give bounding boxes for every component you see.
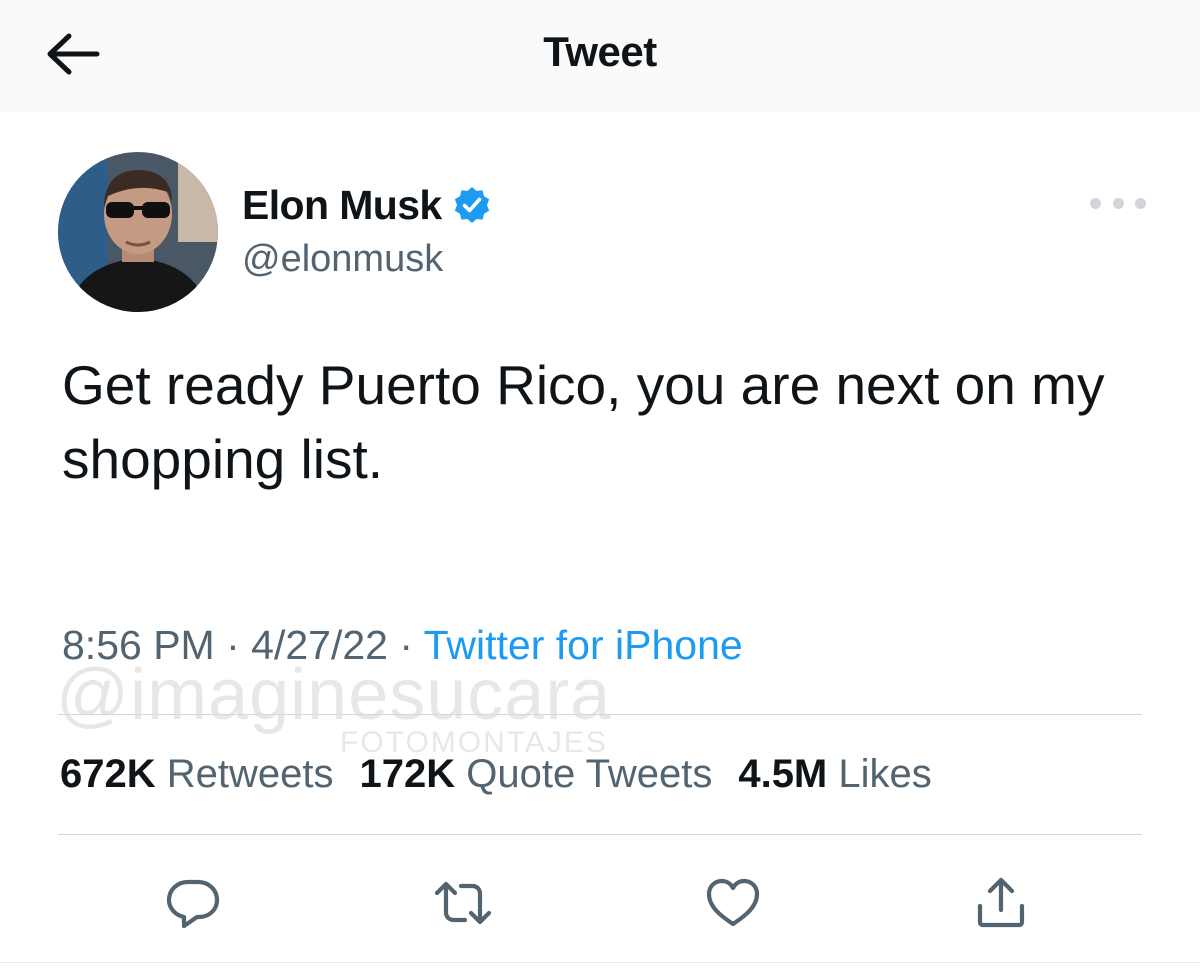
author-name[interactable]: Elon Musk: [242, 182, 442, 229]
share-icon: [977, 877, 1025, 928]
like-icon: [706, 878, 760, 927]
watermark: @imaginesucara: [56, 655, 612, 735]
page-title: Tweet: [543, 28, 657, 75]
engagement-stats: 672K Retweets 172K Quote Tweets 4.5M Lik…: [60, 752, 932, 797]
verified-badge-icon: [454, 187, 489, 223]
quotes-count: 172K: [359, 752, 456, 796]
retweets-stat[interactable]: 672K Retweets: [60, 752, 334, 797]
retweet-button[interactable]: [428, 868, 498, 938]
top-bar: Tweet: [0, 0, 1200, 112]
reply-button[interactable]: [158, 868, 228, 938]
reply-icon: [166, 879, 220, 929]
divider: [58, 834, 1142, 835]
likes-stat[interactable]: 4.5M Likes: [738, 752, 931, 797]
like-button[interactable]: [698, 868, 768, 938]
quotes-label: Quote Tweets: [466, 752, 713, 796]
divider: [0, 962, 1200, 963]
action-bar: [0, 868, 1200, 938]
more-dot-icon: [1135, 197, 1146, 209]
retweets-count: 672K: [60, 752, 156, 796]
divider: [58, 714, 1142, 715]
avatar[interactable]: [58, 152, 218, 312]
author-handle[interactable]: @elonmusk: [242, 238, 443, 281]
likes-count: 4.5M: [738, 752, 828, 796]
retweets-label: Retweets: [166, 752, 334, 796]
more-dot-icon: [1090, 197, 1101, 209]
quote-tweets-stat[interactable]: 172K Quote Tweets: [360, 752, 713, 797]
avatar-image: [58, 152, 218, 312]
share-button[interactable]: [966, 868, 1036, 938]
retweet-icon: [434, 881, 492, 925]
author-name-row[interactable]: Elon Musk: [242, 180, 492, 230]
tweet-text: Get ready Puerto Rico, you are next on m…: [62, 354, 1105, 490]
likes-label: Likes: [838, 752, 932, 796]
more-options-button[interactable]: [1090, 188, 1146, 218]
more-dot-icon: [1112, 197, 1124, 209]
